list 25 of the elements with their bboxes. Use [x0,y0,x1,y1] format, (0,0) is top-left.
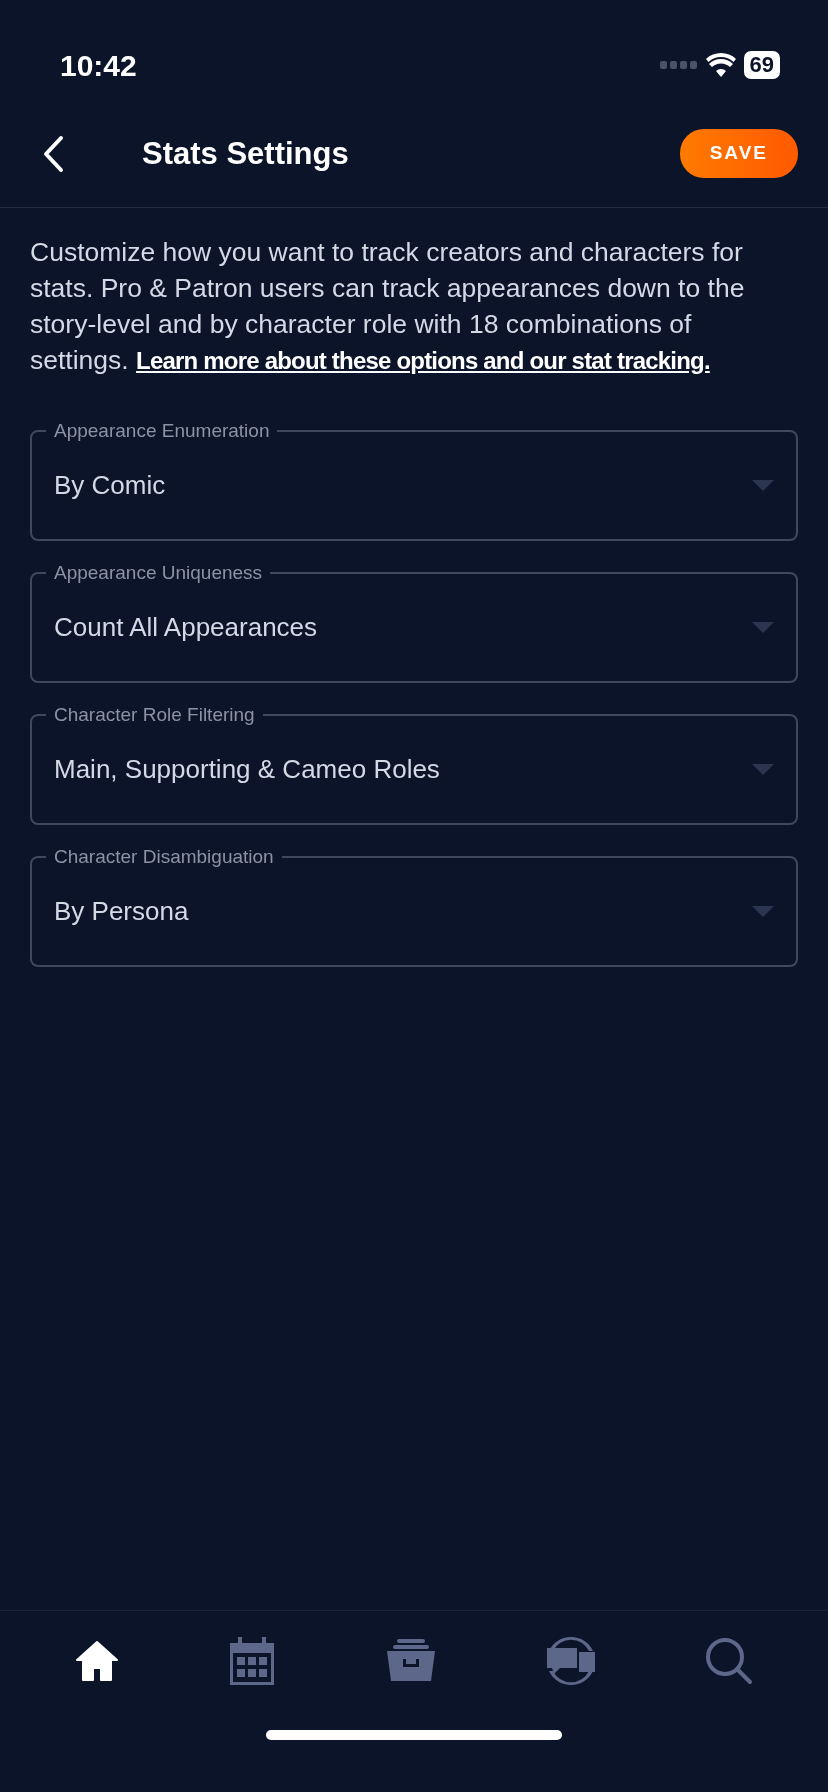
dropdown-icon [752,621,774,633]
dropdown-icon [752,905,774,917]
description-text: Customize how you want to track creators and characters for stats. Pro & Patron users can track appearances down to the story-level and by character role with 18 combinations of settings. Learn more about these options and our stat tracking. [29,236,746,377]
field-label: Character Role Filtering [53,703,256,727]
chat-bubbles-icon[interactable] [546,1635,597,1686]
back-icon[interactable] [42,134,64,173]
signal-icon [659,61,698,69]
field-value: By Persona [54,894,190,928]
dropdown-icon [752,479,774,491]
learn-more-link[interactable]: Learn more about these options and our stat tracking. [136,347,710,374]
wifi-icon [705,53,736,77]
field-value: By Comic [54,468,167,502]
battery-indicator: 69 [743,51,780,79]
home-icon[interactable] [74,1639,119,1682]
dropdown-icon [752,763,774,775]
field-value: Count All Appearances [54,610,319,644]
search-icon[interactable] [705,1636,754,1685]
field-label: Appearance Uniqueness [53,561,264,585]
field-value: Main, Supporting & Cameo Roles [54,752,441,786]
field-label: Appearance Enumeration [53,419,271,443]
page-title: Stats Settings [142,134,350,173]
status-time: 10:42 [60,47,137,84]
file-box-icon[interactable] [384,1638,437,1683]
field-label: Character Disambiguation [53,845,275,869]
calendar-icon[interactable] [227,1636,276,1685]
